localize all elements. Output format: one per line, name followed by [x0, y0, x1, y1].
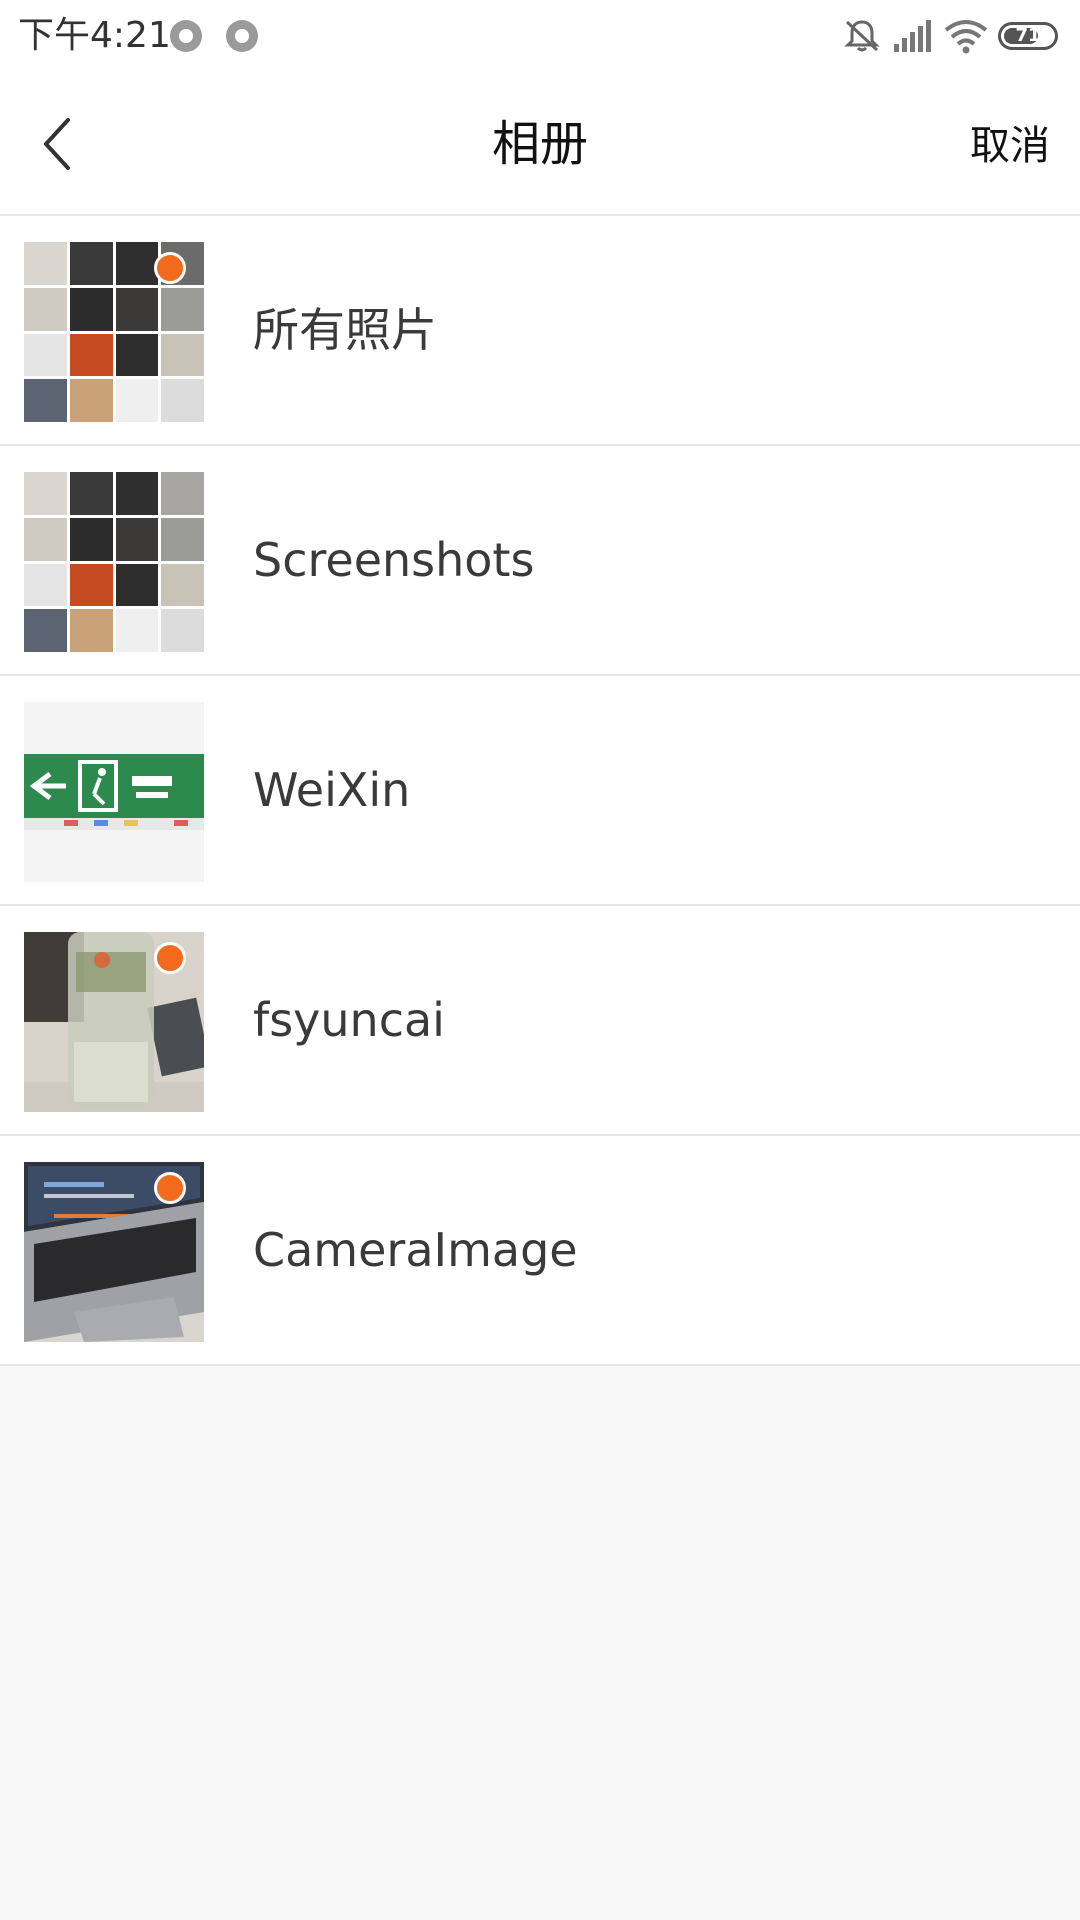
new-badge-dot — [154, 252, 186, 284]
sync-dot-icon — [170, 20, 202, 52]
album-name: WeiXin — [253, 763, 411, 817]
new-badge-dot — [154, 1172, 186, 1204]
album-list: 所有照片 Screenshots WeiXin fsyuncai CameraI… — [0, 216, 1080, 1366]
album-thumbnail — [24, 472, 204, 652]
wifi-icon — [944, 20, 988, 54]
cancel-button[interactable]: 取消 — [970, 116, 1050, 176]
exit-sign-image — [24, 702, 204, 882]
album-item-fsyuncai[interactable]: fsyuncai — [0, 906, 1080, 1136]
album-item-weixin[interactable]: WeiXin — [0, 676, 1080, 906]
album-item-screenshots[interactable]: Screenshots — [0, 446, 1080, 676]
album-item-cameraimage[interactable]: CameraImage — [0, 1136, 1080, 1366]
page-title: 相册 — [491, 116, 588, 172]
title-bar: 相册 取消 — [0, 72, 1080, 216]
sync-dot-icon — [226, 20, 258, 52]
album-name: fsyuncai — [253, 993, 445, 1047]
chevron-left-icon — [44, 118, 70, 170]
album-thumbnail — [24, 702, 204, 882]
signal-icon — [894, 20, 931, 52]
album-name: Screenshots — [253, 533, 535, 587]
mute-bell-icon — [844, 20, 880, 52]
battery-level-text: 71 — [1015, 25, 1041, 46]
album-name: 所有照片 — [253, 303, 437, 357]
battery-icon: 71 — [998, 22, 1058, 50]
status-time: 下午4:21 — [18, 15, 171, 56]
album-item-all-photos[interactable]: 所有照片 — [0, 216, 1080, 446]
album-name: CameraImage — [253, 1223, 578, 1277]
new-badge-dot — [154, 942, 186, 974]
back-button[interactable] — [22, 100, 102, 188]
status-bar: 下午4:21 71 — [0, 0, 1080, 72]
